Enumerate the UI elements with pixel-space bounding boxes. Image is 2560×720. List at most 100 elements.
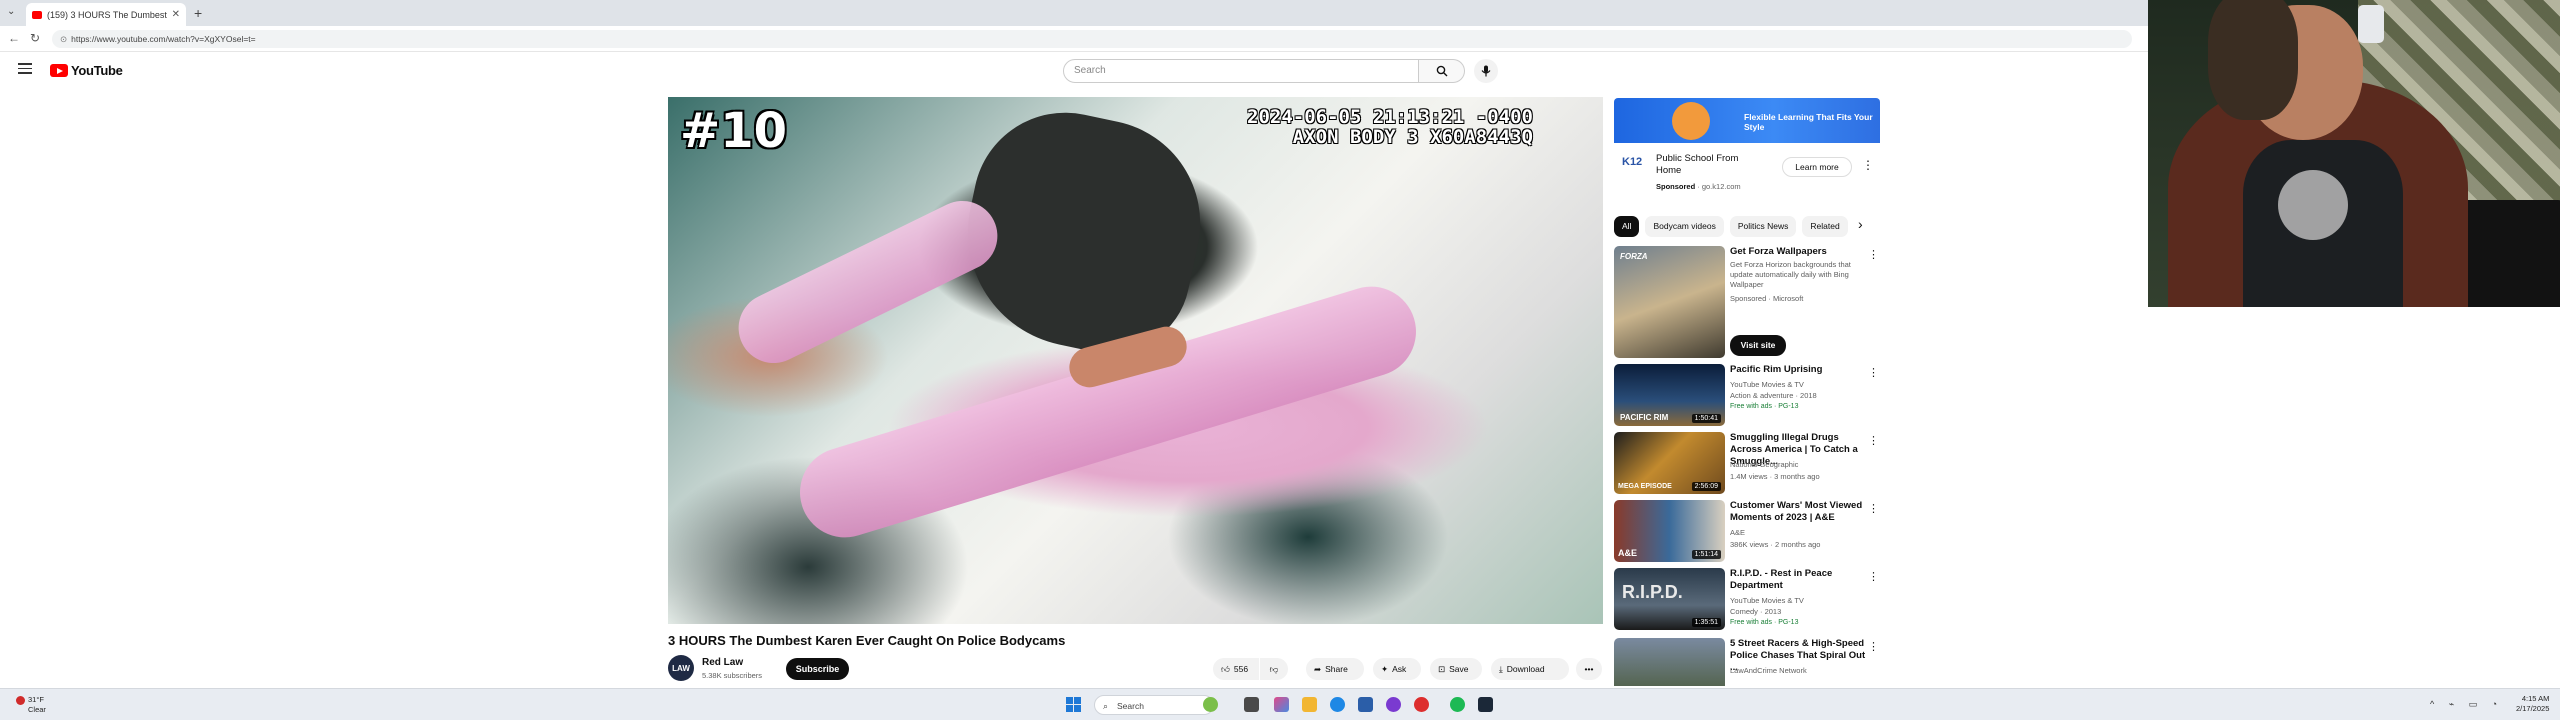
file-explorer-icon[interactable] [1302, 697, 1317, 712]
video-thumbnail[interactable]: FORZA [1614, 246, 1725, 358]
chip-politics-news[interactable]: Politics News [1729, 216, 1797, 237]
site-info-icon[interactable]: ⊙ [60, 34, 67, 44]
video-thumbnail[interactable] [1614, 638, 1725, 686]
store-icon[interactable] [1358, 697, 1373, 712]
weather-temp: 31°F [28, 695, 44, 704]
chip-related[interactable]: Related [1802, 216, 1848, 237]
more-vertical-icon[interactable]: ⋮ [1868, 248, 1879, 261]
url-text: https://www.youtube.com/watch?v=XgXYOsel… [71, 34, 256, 44]
learn-more-button[interactable]: Learn more [1782, 157, 1852, 177]
recommendation-item[interactable]: PACIFIC RIM 1:50:41 Pacific Rim Uprising… [1614, 364, 1880, 426]
youtube-logo-text: YouTube [71, 63, 123, 78]
new-tab-icon[interactable]: + [194, 5, 202, 21]
more-vertical-icon[interactable]: ⋮ [1868, 640, 1879, 653]
more-vertical-icon[interactable]: ⋮ [1868, 570, 1879, 583]
close-tab-icon[interactable]: ✕ [172, 9, 180, 20]
steam-icon[interactable] [1478, 697, 1493, 712]
download-button[interactable]: ⤓ Download [1491, 658, 1569, 680]
video-title: 3 HOURS The Dumbest Karen Ever Caught On… [668, 633, 1066, 648]
recommendation-channel: YouTube Movies & TV [1730, 596, 1804, 605]
weather-desc: Clear [28, 704, 46, 714]
shirt-graphic [2278, 170, 2348, 240]
save-button[interactable]: ⊡ Save [1430, 658, 1482, 680]
subscriber-count: 5.38K subscribers [702, 671, 763, 680]
like-button[interactable]: 👍︎ 556 [1213, 658, 1259, 680]
sidebar-ad-card[interactable]: Flexible Learning That Fits Your Style K… [1614, 98, 1880, 198]
ad-banner-tagline: Flexible Learning That Fits Your Style [1744, 112, 1873, 132]
share-arrow-icon: ➦ [1314, 664, 1322, 674]
video-thumbnail[interactable]: MEGA EPISODE 2:56:09 [1614, 432, 1725, 494]
episode-number-overlay: #10 [680, 103, 788, 159]
chip-bodycam-videos[interactable]: Bodycam videos [1645, 216, 1724, 237]
video-player[interactable]: #10 2024-06-05 21:13:21 -0400 AXON BODY … [668, 97, 1603, 624]
recommendation-item[interactable]: A&E 1:51:14 Customer Wars' Most Viewed M… [1614, 500, 1880, 562]
youtube-logo[interactable]: YouTube [50, 63, 123, 78]
ad-banner-image[interactable]: Flexible Learning That Fits Your Style [1614, 98, 1880, 143]
search-button[interactable] [1419, 59, 1465, 83]
more-vertical-icon[interactable]: ⋮ [1868, 366, 1879, 379]
more-actions-button[interactable]: ••• [1576, 658, 1602, 680]
search-input[interactable]: Search [1063, 59, 1419, 83]
thumbnail-text: R.I.P.D. [1622, 582, 1683, 602]
recommendation-title[interactable]: Pacific Rim Uprising [1730, 364, 1866, 376]
thumbnail-text: MEGA EPISODE [1618, 483, 1672, 490]
ad-more-icon[interactable]: ⋮ [1862, 158, 1874, 172]
recommendation-title[interactable]: R.I.P.D. - Rest in Peace Department [1730, 568, 1866, 592]
visit-site-button[interactable]: Visit site [1730, 335, 1786, 356]
recommendation-item[interactable]: 5 Street Racers & High-Speed Police Chas… [1614, 638, 1880, 686]
more-vertical-icon[interactable]: ⋮ [1868, 502, 1879, 515]
video-thumbnail[interactable]: A&E 1:51:14 [1614, 500, 1725, 562]
voice-search-button[interactable] [1474, 59, 1498, 83]
recommendation-title[interactable]: Get Forza Wallpapers [1730, 246, 1866, 258]
widget-icon[interactable] [1203, 697, 1218, 712]
download-label: Download [1506, 664, 1545, 674]
video-duration: 1:50:41 [1691, 414, 1721, 423]
tab-list-chevron-icon[interactable]: ⌄ [7, 6, 15, 17]
search-icon [1436, 65, 1447, 77]
chip-all[interactable]: All [1614, 216, 1640, 237]
thumbs-up-icon: 👍︎ [1221, 664, 1230, 674]
reload-icon[interactable]: ↻ [30, 31, 40, 45]
more-horizontal-icon: ••• [1584, 664, 1594, 674]
video-thumbnail[interactable]: PACIFIC RIM 1:50:41 [1614, 364, 1725, 426]
channel-avatar[interactable]: LAW [668, 655, 694, 681]
recommendation-item[interactable]: R.I.P.D. 1:35:51 R.I.P.D. - Rest in Peac… [1614, 568, 1880, 630]
recommendation-sponsor: Sponsored · Microsoft [1730, 294, 1804, 303]
webcam-device [2358, 5, 2384, 43]
badge-text: Free with ads · PG-13 [1730, 403, 1799, 410]
spotify-icon[interactable] [1450, 697, 1465, 712]
subscribe-button[interactable]: Subscribe [786, 658, 849, 680]
url-field[interactable]: ⊙ https://www.youtube.com/watch?v=XgXYOse… [52, 30, 2132, 48]
sparkle-icon: ✦ [1381, 664, 1389, 674]
system-tray[interactable]: ^ ⌁ ▭ ◔ [2430, 699, 2503, 710]
edge-browser-icon[interactable] [1330, 697, 1345, 712]
recommendation-channel: A&E [1730, 528, 1746, 537]
video-thumbnail[interactable]: R.I.P.D. 1:35:51 [1614, 568, 1725, 630]
ad-title[interactable]: Public School From Home [1656, 153, 1766, 177]
clock[interactable]: 4:15 AM 2/17/2025 [2516, 694, 2549, 714]
free-with-ads-badge: Free with ads · PG-13 [1730, 403, 1798, 410]
weather-widget[interactable]: 31°F Clear [16, 695, 46, 714]
webcam-overlay [2148, 0, 2560, 307]
ask-button[interactable]: ✦ Ask [1373, 658, 1421, 680]
channel-name[interactable]: Red Law [702, 657, 743, 668]
taskbar-search[interactable]: ⌕ Search [1094, 695, 1214, 715]
ad-logo: K12 [1622, 156, 1643, 168]
back-arrow-icon[interactable]: ← [8, 31, 20, 45]
recommendation-description: Get Forza Horizon backgrounds that updat… [1730, 260, 1851, 289]
browser-tab[interactable]: (159) 3 HOURS The Dumbest ✕ [26, 3, 186, 26]
windows-start-icon[interactable] [1066, 697, 1081, 712]
chrome-icon[interactable] [1414, 697, 1429, 712]
chevron-right-icon[interactable]: › [1858, 216, 1863, 232]
discord-icon[interactable] [1386, 697, 1401, 712]
thumbnail-text: A&E [1618, 548, 1638, 558]
copilot-icon[interactable] [1274, 697, 1289, 712]
thumbnail-text: PACIFIC RIM [1620, 413, 1669, 422]
share-button[interactable]: ➦ Share [1306, 658, 1364, 680]
recommendation-item[interactable]: MEGA EPISODE 2:56:09 Smuggling Illegal D… [1614, 432, 1880, 494]
hamburger-menu-icon[interactable] [18, 63, 32, 74]
task-view-icon[interactable] [1244, 697, 1259, 712]
more-vertical-icon[interactable]: ⋮ [1868, 434, 1879, 447]
recommendation-title[interactable]: Customer Wars' Most Viewed Moments of 20… [1730, 500, 1866, 524]
dislike-button[interactable]: 👎︎ [1260, 658, 1288, 680]
